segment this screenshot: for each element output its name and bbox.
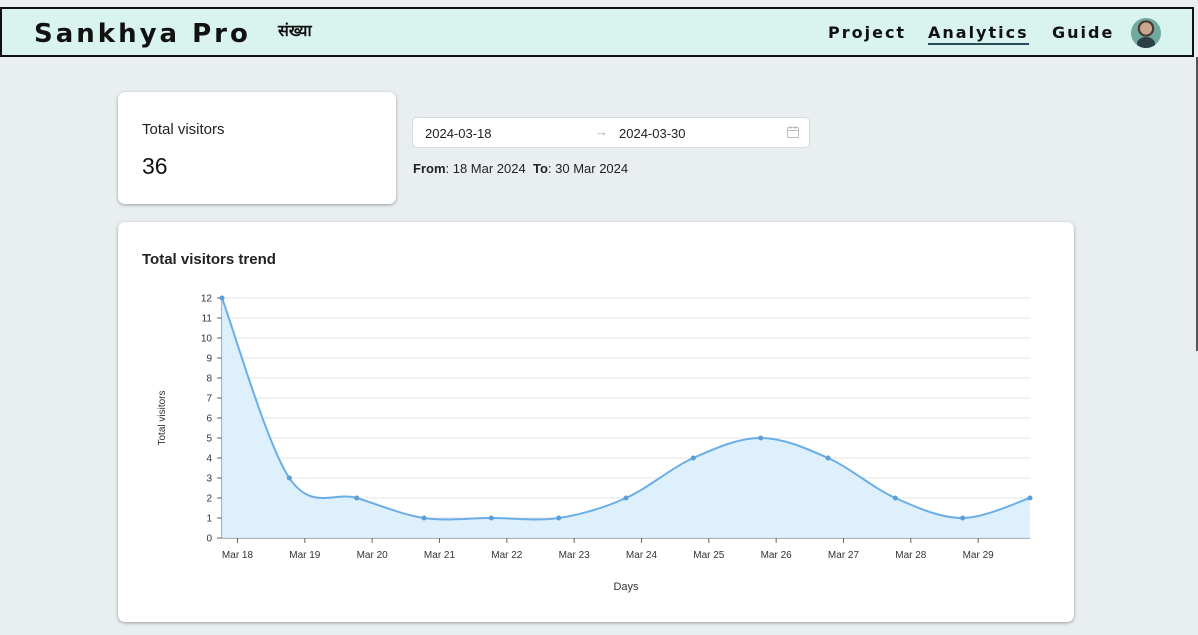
- x-tick-label: Mar 19: [289, 550, 321, 561]
- series-line: [221, 297, 1031, 521]
- top-navbar: Sankhya Pro संख्या Project Analytics Gui…: [0, 7, 1194, 57]
- user-avatar[interactable]: [1131, 18, 1161, 48]
- brand-name[interactable]: Sankhya Pro: [34, 19, 251, 49]
- date-range-summary: From: 18 Mar 2024 To: 30 Mar 2024: [413, 161, 629, 176]
- data-point: [354, 495, 360, 501]
- total-visitors-card: Total visitors 36: [118, 92, 396, 204]
- y-tick-label: 5: [206, 434, 212, 445]
- from-value: 18 Mar 2024: [452, 161, 526, 176]
- data-point: [758, 435, 764, 441]
- from-label: From: [413, 161, 446, 176]
- y-tick-label: 12: [201, 294, 213, 305]
- y-tick-label: 11: [202, 314, 213, 325]
- nav-project[interactable]: Project: [828, 23, 906, 42]
- x-tick-label: Mar 27: [828, 550, 860, 561]
- calendar-icon[interactable]: [786, 125, 800, 139]
- x-tick-label: Mar 18: [222, 550, 254, 561]
- to-value: 30 Mar 2024: [555, 161, 629, 176]
- y-tick-label: 4: [206, 454, 212, 465]
- visitors-trend-card: Total visitors trend 0 1 2 3 4 5 6 7 8 9 10 11 12 Mar…: [118, 222, 1074, 622]
- y-tick-label: 0: [206, 534, 212, 545]
- visitors-trend-chart: 0123456789101112Mar 18 Mar 19 Mar 20 Mar 21…: [157, 294, 1033, 593]
- y-tick-label: 10: [201, 334, 213, 345]
- to-label: To: [532, 161, 548, 176]
- start-date-input[interactable]: 2024-03-18: [425, 126, 492, 141]
- brand-subtitle: संख्या: [278, 21, 312, 40]
- y-tick-label: 2: [206, 494, 212, 505]
- x-tick-label: Mar 26: [761, 550, 793, 561]
- x-tick-label: Mar 28: [895, 550, 927, 561]
- end-date-input[interactable]: 2024-03-30: [619, 126, 686, 141]
- x-tick-label: Mar 25: [693, 550, 725, 561]
- x-tick-label: Mar 21: [424, 550, 456, 561]
- y-tick-label: 1: [206, 514, 212, 525]
- data-point: [219, 295, 225, 301]
- x-tick-label: Mar 22: [491, 550, 523, 561]
- x-tick-label: Mar 24: [626, 550, 658, 561]
- data-point: [960, 515, 966, 521]
- stat-title: Total visitors: [142, 121, 225, 138]
- data-point: [556, 515, 562, 521]
- nav-guide[interactable]: Guide: [1052, 23, 1114, 42]
- y-tick-label: 6: [206, 414, 212, 425]
- y-tick-label: 9: [206, 354, 212, 365]
- x-tick-label: Mar 23: [559, 550, 591, 561]
- nav-analytics[interactable]: Analytics: [928, 23, 1029, 45]
- y-tick-label: 3: [206, 474, 212, 485]
- data-point: [421, 515, 427, 521]
- data-point: [825, 455, 831, 461]
- data-point: [286, 475, 292, 481]
- data-point: [690, 455, 696, 461]
- data-point: [623, 495, 629, 501]
- x-axis-label: Days: [613, 581, 639, 593]
- data-point: [1027, 495, 1033, 501]
- y-tick-label: 8: [206, 374, 212, 385]
- range-arrow-icon: →: [595, 124, 608, 139]
- y-tick-label: 7: [206, 394, 212, 405]
- x-tick-label: Mar 29: [963, 550, 995, 561]
- stat-value: 36: [142, 153, 168, 179]
- y-axis-label: Total visitors: [157, 390, 168, 445]
- date-range-picker[interactable]: 2024-03-18 → 2024-03-30: [412, 117, 810, 148]
- x-tick-label: Mar 20: [357, 550, 389, 561]
- data-point: [892, 495, 898, 501]
- data-point: [488, 515, 494, 521]
